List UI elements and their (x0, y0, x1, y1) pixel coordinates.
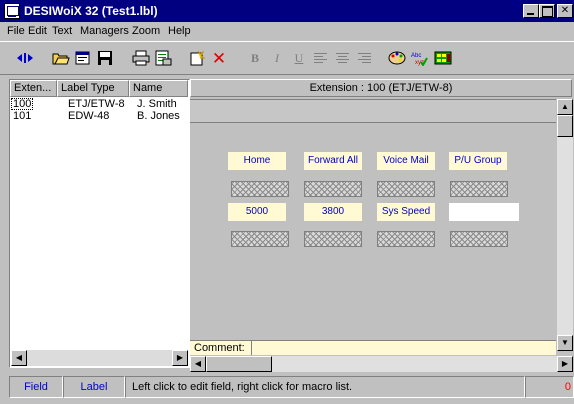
properties-icon[interactable] (72, 48, 94, 69)
button-key-hatched[interactable] (304, 231, 362, 247)
new-label-icon[interactable] (186, 48, 208, 69)
button-label-field[interactable]: Sys Speed (377, 203, 435, 221)
button-key-hatched[interactable] (231, 231, 289, 247)
status-field-tab[interactable]: Field (9, 376, 63, 398)
status-message: Left click to edit field, right click fo… (125, 376, 525, 398)
menu-file[interactable]: File (7, 25, 25, 37)
underline-icon[interactable]: U (288, 48, 310, 69)
status-bar: Field Label Left click to edit field, ri… (0, 373, 574, 404)
comment-row: Comment: (190, 340, 556, 355)
comment-label: Comment: (194, 342, 245, 354)
column-header-name[interactable]: Name (129, 80, 188, 97)
button-label-field[interactable]: 5000 (228, 203, 286, 221)
scroll-up-arrow-icon[interactable]: ▲ (557, 99, 573, 115)
align-left-icon[interactable] (310, 48, 332, 69)
button-key-hatched[interactable] (450, 181, 508, 197)
bold-icon[interactable]: B (244, 48, 266, 69)
svg-text:Abc: Abc (411, 53, 421, 59)
button-key-hatched[interactable] (231, 181, 289, 197)
app-icon[interactable] (4, 3, 20, 19)
split-arrows-icon[interactable] (14, 48, 36, 69)
print-preview-icon[interactable] (152, 48, 174, 69)
italic-icon[interactable]: I (266, 48, 288, 69)
button-key-hatched[interactable] (377, 181, 435, 197)
close-button[interactable]: ✕ (557, 4, 573, 18)
list-item-extension: 100 (11, 98, 34, 110)
scroll-down-arrow-icon[interactable]: ▼ (557, 335, 573, 351)
menu-text[interactable]: Text (52, 25, 72, 37)
status-label-tab[interactable]: Label (63, 376, 125, 398)
title-bar[interactable]: DESIWoiX 32 (Test1.lbl) ✕ (0, 0, 574, 22)
column-header-extension[interactable]: Exten... (10, 80, 57, 97)
palette-icon[interactable] (386, 48, 408, 69)
list-item[interactable]: 100 ETJ/ETW-8 J. Smith (10, 98, 190, 110)
button-label-field[interactable]: 3800 (304, 203, 362, 221)
button-key-hatched[interactable] (304, 181, 362, 197)
scroll-left-arrow-icon[interactable]: ◀ (190, 356, 206, 372)
maximize-button[interactable] (539, 4, 555, 18)
label-editor: Extension : 100 (ETJ/ETW-8) Home Forward… (190, 79, 574, 372)
list-item-name: J. Smith (137, 98, 177, 110)
save-icon[interactable] (94, 48, 116, 69)
vertical-scroll-thumb[interactable] (557, 115, 573, 137)
align-center-icon[interactable] (332, 48, 354, 69)
print-icon[interactable] (130, 48, 152, 69)
menu-managers[interactable]: Managers (80, 25, 129, 37)
list-item-label-type: ETJ/ETW-8 (68, 98, 125, 110)
horizontal-scroll-thumb[interactable] (206, 356, 272, 372)
button-label-field-selected[interactable] (449, 203, 519, 221)
extension-list[interactable]: Exten... Label Type Name 100 ETJ/ETW-8 J… (9, 79, 190, 368)
extension-header: Extension : 100 (ETJ/ETW-8) (190, 79, 572, 97)
scroll-left-arrow-icon[interactable]: ◀ (11, 350, 27, 366)
window-title: DESIWoiX 32 (Test1.lbl) (24, 4, 158, 18)
list-item[interactable]: 101 EDW-48 B. Jones (10, 110, 190, 122)
button-label-field[interactable]: Home (228, 152, 286, 170)
keypad-icon[interactable] (432, 48, 454, 69)
spell-check-icon[interactable]: Abc xyz (408, 48, 430, 69)
button-key-hatched[interactable] (450, 231, 508, 247)
label-top-band (190, 100, 556, 123)
comment-field[interactable] (251, 341, 556, 355)
button-label-field[interactable]: Voice Mail (377, 152, 435, 170)
list-item-name: B. Jones (137, 110, 180, 122)
list-item-label-type: EDW-48 (68, 110, 110, 122)
canvas-horizontal-scrollbar[interactable]: ◀ ▶ (190, 356, 573, 372)
scroll-right-arrow-icon[interactable]: ▶ (172, 350, 188, 366)
align-right-icon[interactable] (354, 48, 376, 69)
menu-edit[interactable]: Edit (28, 25, 47, 37)
list-item-extension: 101 (13, 110, 32, 122)
toolbar: ✕ B I U Abc xyz (0, 41, 574, 75)
menu-zoom[interactable]: Zoom (132, 25, 160, 37)
status-count: 0 (525, 376, 574, 398)
button-label-field[interactable]: Forward All (304, 152, 362, 170)
open-folder-icon[interactable] (50, 48, 72, 69)
button-label-field[interactable]: P/U Group (449, 152, 507, 170)
canvas-vertical-scrollbar[interactable]: ▲ ▼ (557, 99, 573, 351)
delete-icon[interactable]: ✕ (208, 48, 230, 69)
label-canvas[interactable]: Home Forward All Voice Mail P/U Group 50… (190, 99, 556, 341)
button-key-hatched[interactable] (377, 231, 435, 247)
menu-help[interactable]: Help (168, 25, 191, 37)
column-header-label-type[interactable]: Label Type (57, 80, 129, 97)
minimize-button[interactable] (523, 4, 539, 18)
scroll-right-arrow-icon[interactable]: ▶ (557, 356, 573, 372)
list-horizontal-scrollbar[interactable]: ◀ ▶ (11, 350, 188, 366)
menu-bar: File Edit Text Managers Zoom Help (0, 22, 574, 41)
